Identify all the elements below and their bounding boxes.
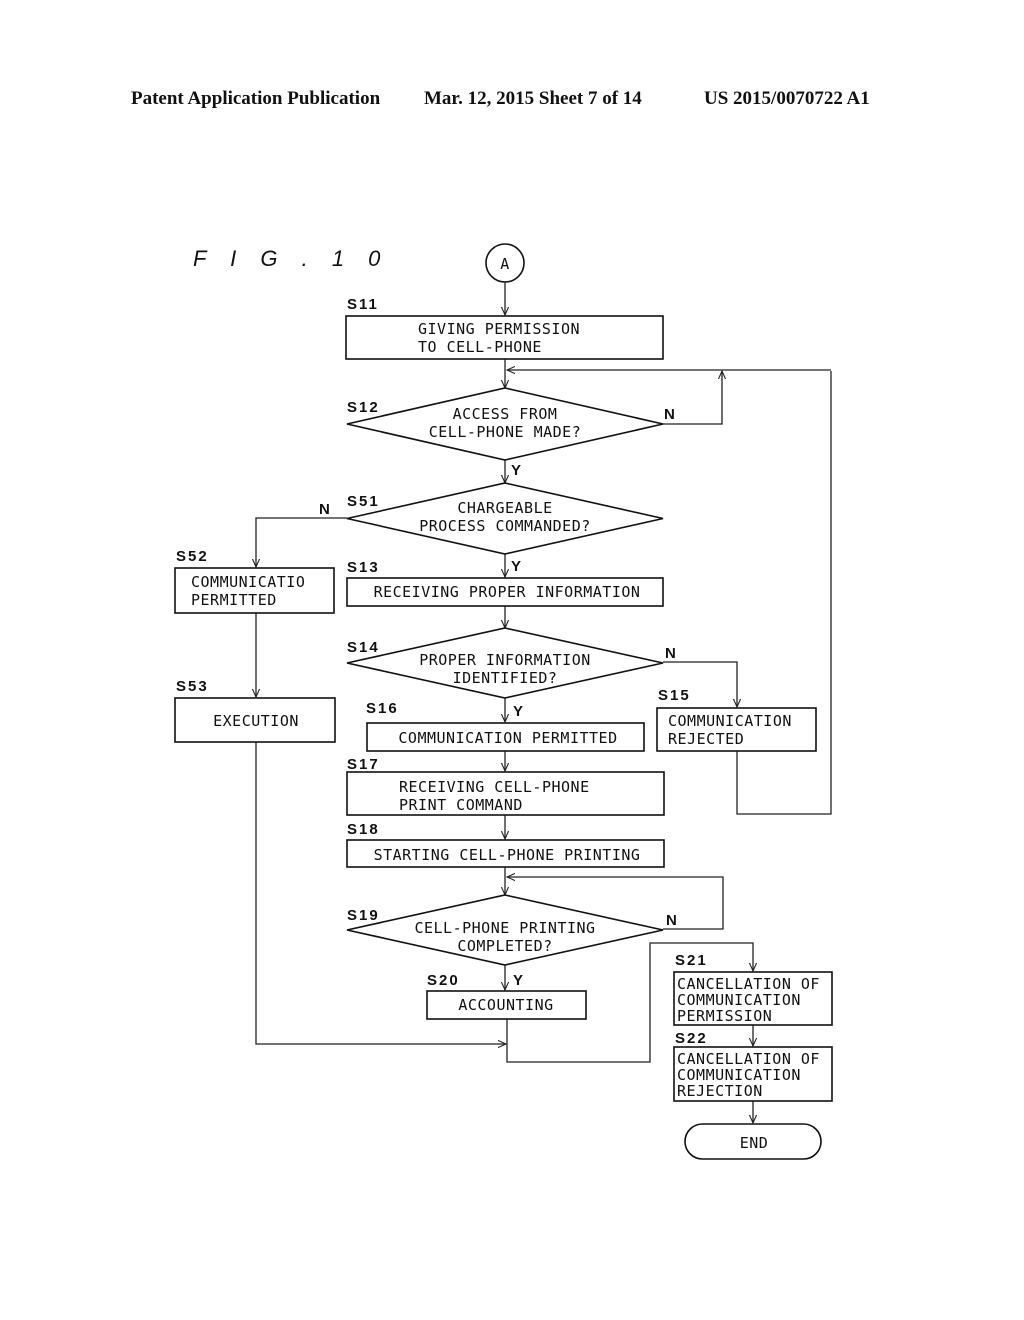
connector-a: A (485, 243, 525, 283)
step-text-line: IDENTIFIED? (453, 669, 558, 687)
step-text-line: REJECTION (677, 1082, 763, 1100)
step-id-label: S21 (675, 952, 708, 969)
step-text-line: STARTING CELL-PHONE PRINTING (374, 846, 641, 864)
step-id-label: S52 (176, 548, 209, 565)
step-id-label: S17 (347, 756, 380, 773)
step-id-label: S12 (347, 399, 380, 416)
connector-label: A (500, 255, 510, 273)
step-text-line: TO CELL-PHONE (418, 338, 542, 356)
step-id-label: S13 (347, 559, 380, 576)
step-text-line: CHARGEABLE (457, 499, 552, 517)
step-text-line: COMMUNICATION PERMITTED (398, 729, 617, 747)
step-text-line: PRINT COMMAND (399, 796, 523, 814)
s12-yes-label: Y (511, 462, 523, 479)
step-id-label: S51 (347, 493, 380, 510)
step-s20: S20 ACCOUNTING (426, 972, 587, 1020)
step-text-line: REJECTED (668, 730, 744, 748)
figure-title: F I G . 1 0 (193, 246, 389, 271)
step-text-line: COMPLETED? (457, 937, 552, 955)
s19-yes-label: Y (513, 972, 525, 989)
s51-yes-label: Y (511, 558, 523, 575)
step-text-line: COMMUNICATIO (191, 573, 305, 591)
s12-no-label: N (664, 406, 677, 423)
step-id-label: S15 (658, 687, 691, 704)
step-text-line: ACCESS FROM (453, 405, 558, 423)
step-id-label: S11 (347, 296, 379, 313)
s14-no-label: N (665, 645, 678, 662)
step-text-line: PROCESS COMMANDED? (419, 517, 591, 535)
step-text-line: CELL-PHONE MADE? (429, 423, 582, 441)
step-s12: S12 ACCESS FROMCELL-PHONE MADE? (346, 387, 664, 461)
step-text-line: GIVING PERMISSION (418, 320, 580, 338)
s14-yes-label: Y (513, 703, 525, 720)
step-id-label: S14 (347, 639, 380, 656)
step-text-line: PERMISSION (677, 1007, 772, 1025)
arrow-s51-no (256, 517, 347, 567)
step-id-label: S20 (427, 972, 460, 989)
step-text-line: EXECUTION (213, 712, 299, 730)
flowchart-steps: S11 GIVING PERMISSIONTO CELL-PHONE S12 ACCE… (174, 296, 833, 1102)
step-id-label: S19 (347, 907, 380, 924)
s51-no-label: N (319, 501, 332, 518)
step-s53: S53EXECUTION (174, 678, 336, 743)
step-s51: S51 CHARGEABLEPROCESS COMMANDED? (346, 482, 664, 555)
end-label: END (740, 1134, 769, 1152)
step-id-label: S18 (347, 821, 380, 838)
step-text-line: COMMUNICATION (668, 712, 792, 730)
step-s19: S19 CELL-PHONE PRINTINGCOMPLETED? (346, 894, 664, 966)
step-id-label: S16 (366, 700, 399, 717)
step-text-line: RECEIVING CELL-PHONE (399, 778, 590, 796)
step-text-line: CELL-PHONE PRINTING (414, 919, 595, 937)
step-text-line: RECEIVING PROPER INFORMATION (374, 583, 641, 601)
step-text-line: PERMITTED (191, 591, 277, 609)
step-text-line: ACCOUNTING (458, 996, 553, 1014)
step-id-label: S22 (675, 1030, 708, 1047)
flowchart: F I G . 1 0 A N Y N Y N Y N Y S11GIVING … (174, 243, 833, 1160)
step-text-line: PROPER INFORMATION (419, 651, 591, 669)
step-id-label: S53 (176, 678, 209, 695)
end-terminator: END (684, 1123, 822, 1160)
s19-no-label: N (666, 912, 679, 929)
step-s52: S52 COMMUNICATIOPERMITTED (174, 548, 335, 614)
step-s14: S14 PROPER INFORMATIONIDENTIFIED? (346, 627, 664, 699)
